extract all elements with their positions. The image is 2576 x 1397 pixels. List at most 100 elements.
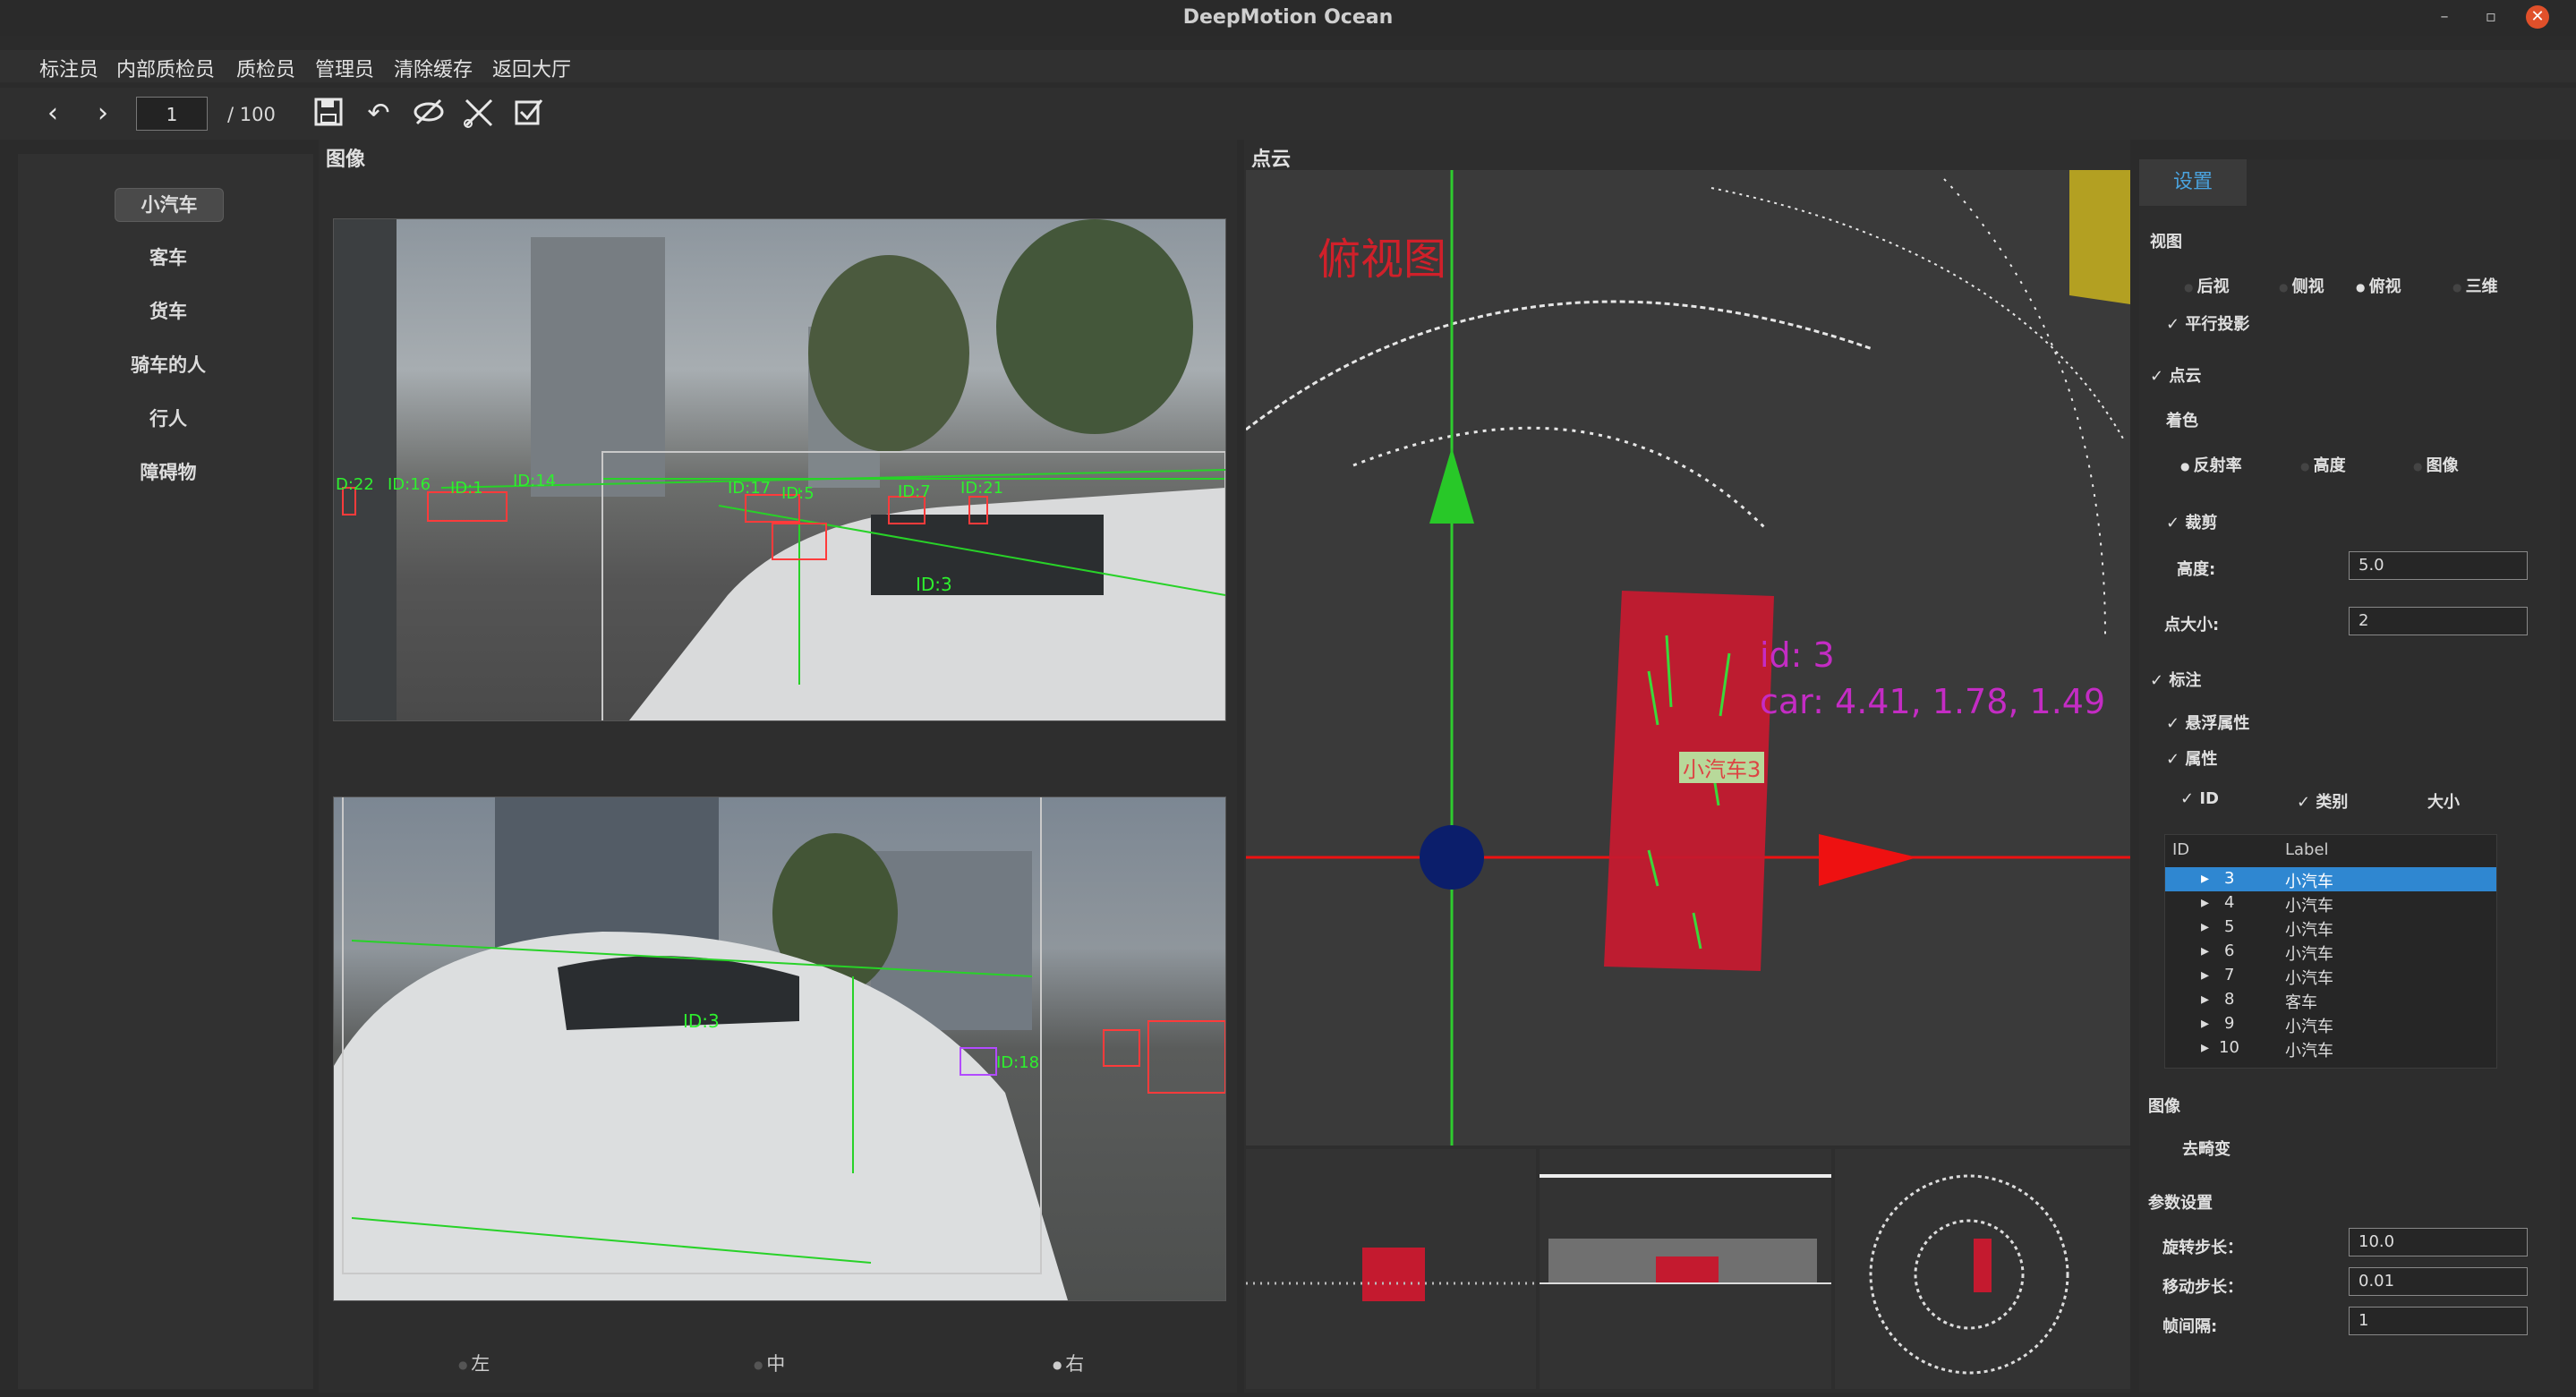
camera-label: ID:3 <box>683 1010 720 1032</box>
category-bus[interactable]: 客车 <box>115 242 222 274</box>
color-image-radio[interactable]: 图像 <box>2413 453 2459 476</box>
tree-row[interactable]: ▸ 8 客车 <box>2165 988 2496 1012</box>
category-pedestrian[interactable]: 行人 <box>115 403 222 435</box>
camera-view-bottom[interactable]: ID:3 ID:18 <box>333 796 1226 1301</box>
camera-label: ID:16 <box>388 475 431 494</box>
annotation-tree[interactable]: ID Label ▸ 3 小汽车 ▸ 4 小汽车 ▸ 5 小汽车 ▸ 6 小汽车 ▸ 7 小汽车 ▸… <box>2164 834 2497 1069</box>
attr-category-checkbox[interactable]: 类别 <box>2297 789 2348 813</box>
rotate-step-label: 旋转步长： <box>2162 1239 2243 1257</box>
menu-bar: 标注员 内部质检员 质检员 管理员 清除缓存 返回大厅 <box>0 50 2576 82</box>
object-id-label: id: 3 <box>1760 635 1835 675</box>
pointcloud-top-view[interactable]: 俯视图 id: 3 car: 4.41, 1.78, 1.49 小汽车3 <box>1246 170 2130 1146</box>
pointcloud-rear-view[interactable] <box>1246 1149 1536 1389</box>
tab-settings[interactable]: 设置 <box>2139 159 2247 206</box>
cut-icon[interactable] <box>462 97 496 131</box>
prev-icon[interactable]: ‹ <box>36 97 70 131</box>
view-center-radio[interactable]: 中 <box>754 1350 785 1376</box>
color-label: 着色 <box>2166 412 2198 430</box>
check-icon[interactable] <box>512 97 546 131</box>
annotation-section-checkbox[interactable]: 标注 <box>2150 668 2201 691</box>
point-size-label: 点大小: <box>2164 616 2220 635</box>
category-obstacle[interactable]: 障碍物 <box>115 456 222 489</box>
tree-header-id: ID <box>2172 840 2190 859</box>
rear-view-radio[interactable]: 后视 <box>2184 274 2230 297</box>
object-tag[interactable]: 小汽车3 <box>1679 752 1765 783</box>
color-height-radio[interactable]: 高度 <box>2300 453 2346 476</box>
side-view-radio[interactable]: 侧视 <box>2279 274 2324 297</box>
menu-clear-cache[interactable]: 清除缓存 <box>394 54 473 82</box>
pointcloud-side-view[interactable] <box>1540 1149 1831 1389</box>
title-bar: DeepMotion Ocean – ▫ ✕ <box>0 0 2576 36</box>
close-icon[interactable]: ✕ <box>2526 5 2549 29</box>
menu-annotator[interactable]: 标注员 <box>39 54 98 82</box>
hover-attr-checkbox[interactable]: 悬浮属性 <box>2166 711 2249 734</box>
frame-number-input[interactable]: 1 <box>136 97 208 131</box>
tree-row[interactable]: ▸ 10 小汽车 <box>2165 1036 2496 1061</box>
tree-row[interactable]: ▸ 4 小汽车 <box>2165 891 2496 916</box>
attr-checkbox[interactable]: 属性 <box>2166 746 2217 770</box>
frame-interval-label: 帧间隔: <box>2162 1317 2218 1336</box>
camera-label: ID:7 <box>898 482 931 501</box>
next-icon[interactable]: › <box>86 97 120 131</box>
frame-total-label: / 100 <box>227 104 276 125</box>
menu-back-lobby[interactable]: 返回大厅 <box>492 54 571 82</box>
crop-checkbox[interactable]: 裁剪 <box>2166 510 2217 533</box>
image-panel-title: 图像 <box>326 149 366 171</box>
category-cyclist[interactable]: 骑车的人 <box>115 349 222 381</box>
view-label: 俯视图 <box>1318 234 1447 285</box>
camera-bottom-annotations <box>334 797 1225 1300</box>
height-input[interactable]: 5.0 <box>2349 551 2528 580</box>
menu-qa[interactable]: 质检员 <box>236 54 295 82</box>
parallel-projection-checkbox[interactable]: 平行投影 <box>2166 311 2249 335</box>
3d-view-radio[interactable]: 三维 <box>2452 274 2498 297</box>
point-size-input[interactable]: 2 <box>2349 607 2528 635</box>
tree-row[interactable]: ▸ 3 小汽车 <box>2165 867 2496 891</box>
tree-header-label: Label <box>2285 840 2329 859</box>
camera-view-top[interactable]: D:22 ID:16 ID:1 ID:14 ID:17 ID:5 ID:7 ID… <box>333 218 1226 721</box>
view-right-radio[interactable]: 右 <box>1053 1350 1084 1376</box>
hide-icon[interactable] <box>412 97 446 131</box>
view-section-label: 视图 <box>2150 233 2182 251</box>
frame-interval-input[interactable]: 1 <box>2349 1307 2528 1335</box>
category-truck[interactable]: 货车 <box>115 295 222 328</box>
category-panel <box>18 154 313 1389</box>
camera-label: ID:21 <box>960 479 1004 498</box>
undistort-checkbox[interactable]: 去畸变 <box>2182 1137 2231 1160</box>
category-car[interactable]: 小汽车 <box>115 188 224 222</box>
view-left-radio[interactable]: 左 <box>458 1350 490 1376</box>
move-step-label: 移动步长： <box>2162 1278 2243 1297</box>
attr-size-checkbox[interactable]: 大小 <box>2427 789 2460 813</box>
camera-label: ID:5 <box>781 484 815 503</box>
height-label: 高度: <box>2177 560 2216 579</box>
tree-row[interactable]: ▸ 7 小汽车 <box>2165 964 2496 988</box>
move-step-input[interactable]: 0.01 <box>2349 1267 2528 1296</box>
param-section-label: 参数设置 <box>2148 1194 2213 1213</box>
window-title: DeepMotion Ocean <box>1182 6 1394 29</box>
minimize-icon[interactable]: – <box>2433 5 2456 29</box>
pointcloud-panel-title: 点云 <box>1251 149 1292 171</box>
camera-label: ID:17 <box>728 479 772 498</box>
object-dims-label: car: 4.41, 1.78, 1.49 <box>1760 682 2106 721</box>
camera-label: ID:1 <box>450 479 483 498</box>
save-icon[interactable] <box>311 97 345 131</box>
attr-id-checkbox[interactable]: ID <box>2180 789 2219 808</box>
undo-icon[interactable]: ↶ <box>362 97 396 131</box>
color-reflectance-radio[interactable]: 反射率 <box>2180 453 2242 476</box>
pointcloud-scene <box>1246 170 2130 1146</box>
top-view-radio[interactable]: 俯视 <box>2356 274 2401 297</box>
menu-internal-qa[interactable]: 内部质检员 <box>116 54 215 82</box>
tree-row[interactable]: ▸ 9 小汽车 <box>2165 1012 2496 1036</box>
camera-label: ID:14 <box>513 472 557 490</box>
toolbar: ‹ › ↶ <box>0 88 2576 140</box>
rotate-step-input[interactable]: 10.0 <box>2349 1228 2528 1256</box>
pointcloud-3d-view[interactable] <box>1835 1149 2130 1389</box>
image-section-label: 图像 <box>2148 1097 2180 1116</box>
pointcloud-section-checkbox[interactable]: 点云 <box>2150 363 2201 387</box>
menu-admin[interactable]: 管理员 <box>315 54 374 82</box>
camera-label: D:22 <box>336 475 374 494</box>
tree-row[interactable]: ▸ 6 小汽车 <box>2165 940 2496 964</box>
camera-label: ID:18 <box>996 1053 1040 1072</box>
maximize-icon[interactable]: ▫ <box>2479 5 2503 29</box>
tree-row[interactable]: ▸ 5 小汽车 <box>2165 916 2496 940</box>
camera-top-annotations <box>334 219 1225 720</box>
